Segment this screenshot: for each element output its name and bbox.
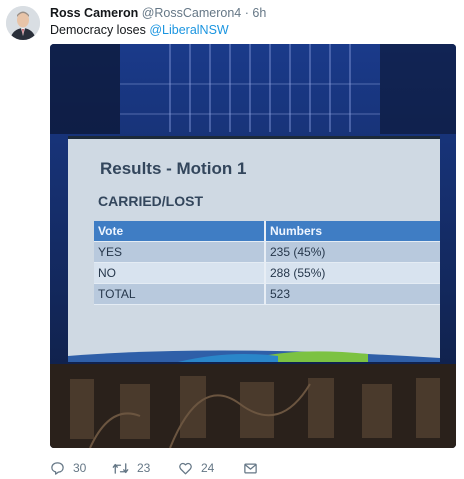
separator-dot: · — [244, 6, 249, 20]
like-button[interactable]: 24 — [178, 458, 214, 478]
author-handle[interactable]: @RossCameron4 — [142, 6, 242, 20]
vote-cell: YES — [94, 242, 266, 263]
vote-cell: TOTAL — [94, 284, 266, 305]
numbers-cell: 235 (45%) — [266, 242, 440, 263]
reply-button[interactable]: 30 — [50, 458, 86, 478]
tweet-body: Democracy loses — [50, 23, 150, 37]
table-header-row: Vote Numbers — [94, 221, 440, 242]
slide-swoosh-decoration — [68, 350, 440, 362]
table-row: NO 288 (55%) — [94, 263, 440, 284]
tweet-photo[interactable]: Results - Motion 1 CARRIED/LOST Vote Num… — [50, 44, 456, 448]
tweet: Ross Cameron @RossCameron4 · 6h Democrac… — [0, 0, 464, 479]
tweet-header: Ross Cameron @RossCameron4 · 6h — [50, 5, 266, 21]
reply-count: 30 — [73, 461, 87, 475]
avatar[interactable] — [6, 6, 40, 40]
mention-link[interactable]: @LiberalNSW — [149, 23, 228, 37]
direct-message-button[interactable] — [243, 458, 258, 478]
author-name[interactable]: Ross Cameron — [50, 6, 138, 20]
presentation-screen: Results - Motion 1 CARRIED/LOST Vote Num… — [68, 136, 440, 362]
slide-subtitle: CARRIED/LOST — [98, 193, 203, 209]
table-row: YES 235 (45%) — [94, 242, 440, 263]
tweet-actions: 30 23 24 — [50, 458, 450, 478]
retweet-count: 23 — [137, 461, 151, 475]
retweet-icon — [112, 462, 129, 474]
vote-cell: NO — [94, 263, 266, 284]
heart-icon — [179, 462, 192, 474]
slide-title: Results - Motion 1 — [100, 159, 247, 178]
column-header-vote: Vote — [94, 221, 266, 242]
tweet-text: Democracy loses @LiberalNSW — [50, 22, 229, 38]
numbers-cell: 523 — [266, 284, 440, 305]
reply-icon — [51, 461, 64, 475]
numbers-cell: 288 (55%) — [266, 263, 440, 284]
table-row: TOTAL 523 — [94, 284, 440, 305]
envelope-icon — [244, 463, 257, 473]
column-header-numbers: Numbers — [266, 221, 440, 242]
results-table: Vote Numbers YES 235 (45%) NO 288 (55%) … — [94, 221, 440, 305]
like-count: 24 — [201, 461, 215, 475]
retweet-button[interactable]: 23 — [112, 458, 150, 478]
timestamp[interactable]: 6h — [252, 6, 266, 20]
